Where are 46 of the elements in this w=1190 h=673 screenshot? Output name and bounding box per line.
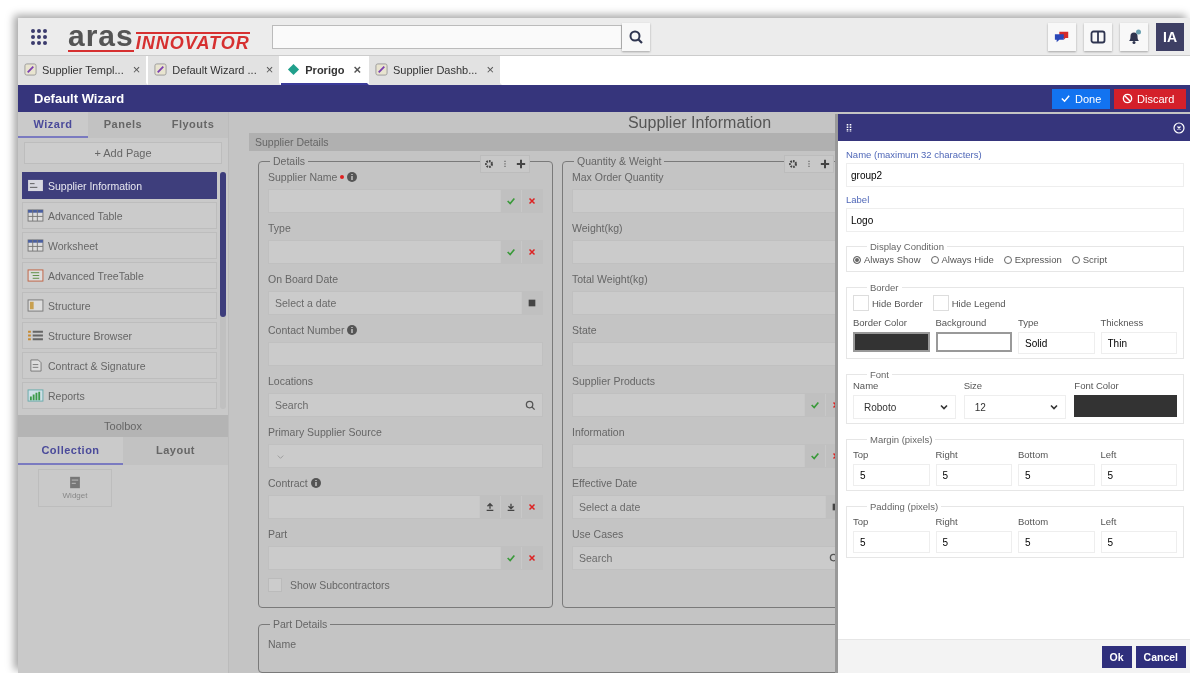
fieldset-legend: Padding (pixels) <box>867 501 942 512</box>
field-label: Name <box>853 380 880 391</box>
field-label: Thickness <box>1100 317 1145 328</box>
field-label: State <box>572 324 597 336</box>
field-label: Max Order Quantity <box>572 171 664 183</box>
field-label: Left <box>1100 449 1118 460</box>
field-label: Weight(kg) <box>572 222 623 234</box>
field-label: Background <box>935 317 988 328</box>
field-label: Part <box>268 528 288 540</box>
field-label: Name <box>268 638 296 650</box>
group-legend: Part Details <box>270 618 331 630</box>
field-label: Information <box>572 426 625 438</box>
fieldset-legend: Display Condition <box>867 241 947 252</box>
fieldset-legend: Border <box>867 282 902 293</box>
field-label: Bottom <box>1018 516 1050 527</box>
field-label: Type <box>1018 317 1040 328</box>
group-legend: Details <box>270 155 309 167</box>
group-legend: Quantity & Weight <box>574 155 665 167</box>
field-label: Contact Number <box>268 324 345 336</box>
fieldset-legend: Margin (pixels) <box>867 434 936 445</box>
field-label: Border Color <box>853 317 908 328</box>
page-title: Supplier Information <box>627 113 772 132</box>
toolbox-header: Toolbox <box>18 415 228 437</box>
field-label: Supplier Products <box>572 375 655 387</box>
field-label: Top <box>853 516 870 527</box>
wizard-title: Default Wizard <box>34 91 125 106</box>
field-label: Name (maximum 32 characters) <box>846 149 983 160</box>
field-label: Use Cases <box>572 528 624 540</box>
field-label: Contract <box>268 477 308 489</box>
field-label: Right <box>935 449 959 460</box>
field-label: Primary Supplier Source <box>268 426 382 438</box>
field-label: On Board Date <box>268 273 339 285</box>
field-label: Right <box>935 516 959 527</box>
field-label: Top <box>853 449 870 460</box>
field-label: Type <box>268 222 291 234</box>
field-label: Locations <box>268 375 313 387</box>
field-label: Supplier Name <box>268 171 338 183</box>
fieldset-legend: Font <box>867 369 892 380</box>
field-label: Bottom <box>1018 449 1050 460</box>
checkbox-label: Show Subcontractors <box>290 579 390 591</box>
field-label: Size <box>963 380 984 391</box>
field-label: Left <box>1100 516 1118 527</box>
field-label: Label <box>846 194 871 205</box>
field-label: Font Color <box>1074 380 1120 391</box>
field-label: Total Weight(kg) <box>572 273 648 285</box>
field-label: Effective Date <box>572 477 638 489</box>
